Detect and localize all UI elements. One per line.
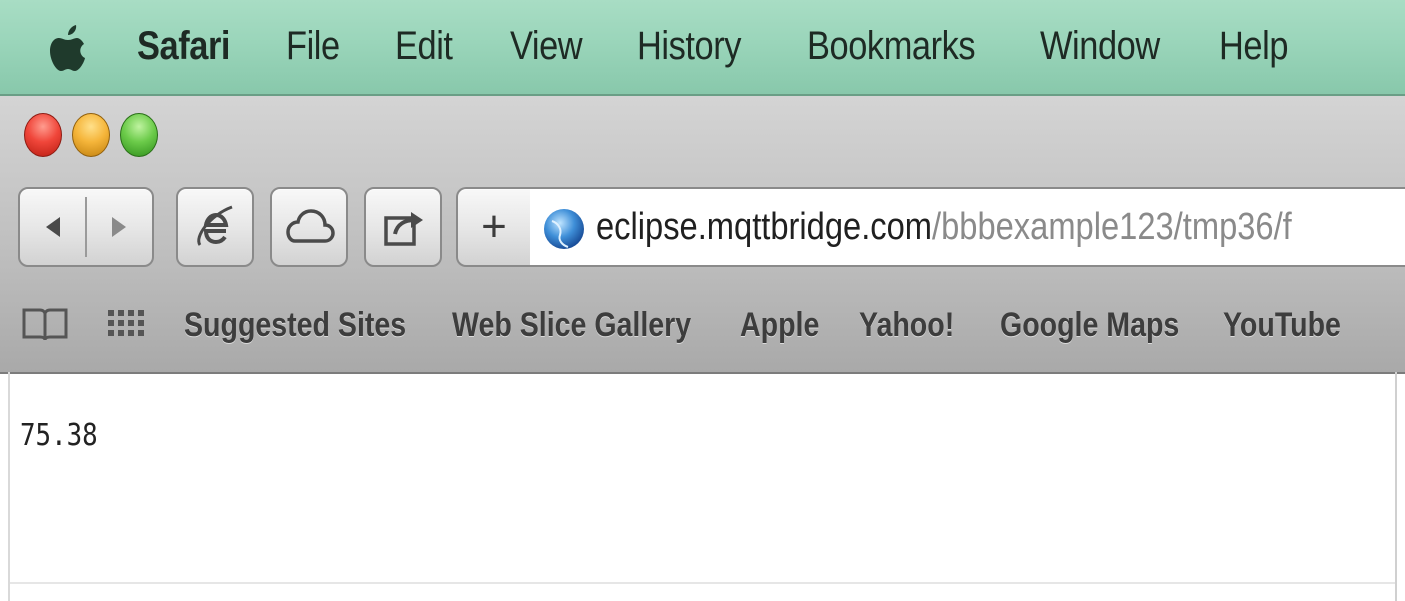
menu-edit[interactable]: Edit bbox=[395, 22, 453, 70]
menu-view[interactable]: View bbox=[510, 22, 583, 70]
bookmark-yahoo[interactable]: Yahoo! bbox=[859, 302, 954, 348]
page-content bbox=[10, 374, 1395, 584]
back-button[interactable] bbox=[20, 189, 85, 265]
plus-icon: + bbox=[481, 202, 507, 251]
bookmark-suggested-sites[interactable]: Suggested Sites bbox=[184, 302, 406, 348]
icloud-tabs-button[interactable] bbox=[270, 187, 348, 267]
globe-icon bbox=[544, 209, 584, 249]
share-icon bbox=[384, 212, 423, 246]
menu-bookmarks[interactable]: Bookmarks bbox=[807, 22, 976, 70]
menu-file[interactable]: File bbox=[286, 22, 340, 70]
page-bottom-border bbox=[10, 582, 1395, 584]
cloud-icon bbox=[286, 209, 335, 243]
left-window-border bbox=[8, 372, 10, 601]
zoom-window-button[interactable] bbox=[120, 113, 158, 157]
internet-explorer-button[interactable] bbox=[176, 187, 254, 267]
bookmark-apple[interactable]: Apple bbox=[740, 302, 819, 348]
bookmark-google-maps[interactable]: Google Maps bbox=[1000, 302, 1179, 348]
page-value-text: 75.38 bbox=[20, 418, 98, 453]
back-forward-buttons bbox=[18, 187, 154, 267]
url-host: eclipse.mqttbridge.com bbox=[596, 206, 933, 248]
right-window-border bbox=[1395, 372, 1397, 601]
bookmark-web-slice-gallery[interactable]: Web Slice Gallery bbox=[452, 302, 691, 348]
minimize-window-button[interactable] bbox=[72, 113, 110, 157]
back-arrow-icon bbox=[45, 217, 60, 237]
screen: Safari File Edit View History Bookmarks … bbox=[0, 0, 1405, 601]
share-button[interactable] bbox=[364, 187, 442, 267]
menu-safari[interactable]: Safari bbox=[137, 22, 230, 70]
url-text[interactable]: eclipse.mqttbridge.com/bbbexample123/tmp… bbox=[596, 203, 1292, 251]
menu-bar: Safari File Edit View History Bookmarks … bbox=[0, 0, 1405, 96]
internet-explorer-icon bbox=[197, 205, 233, 246]
url-path: /bbbexample123/tmp36/f bbox=[932, 206, 1292, 248]
top-sites-grid-icon[interactable] bbox=[104, 304, 148, 344]
apple-icon[interactable] bbox=[46, 18, 90, 74]
address-bar[interactable]: eclipse.mqttbridge.com/bbbexample123/tmp… bbox=[530, 187, 1405, 267]
forward-arrow-icon bbox=[112, 217, 127, 237]
forward-button[interactable] bbox=[87, 189, 152, 265]
reading-list-icon[interactable] bbox=[20, 304, 70, 344]
menu-help[interactable]: Help bbox=[1219, 22, 1288, 70]
menu-window[interactable]: Window bbox=[1040, 22, 1160, 70]
bookmark-youtube[interactable]: YouTube bbox=[1223, 302, 1341, 348]
menu-history[interactable]: History bbox=[637, 22, 741, 70]
add-bookmark-button[interactable]: + bbox=[456, 187, 530, 267]
close-window-button[interactable] bbox=[24, 113, 62, 157]
